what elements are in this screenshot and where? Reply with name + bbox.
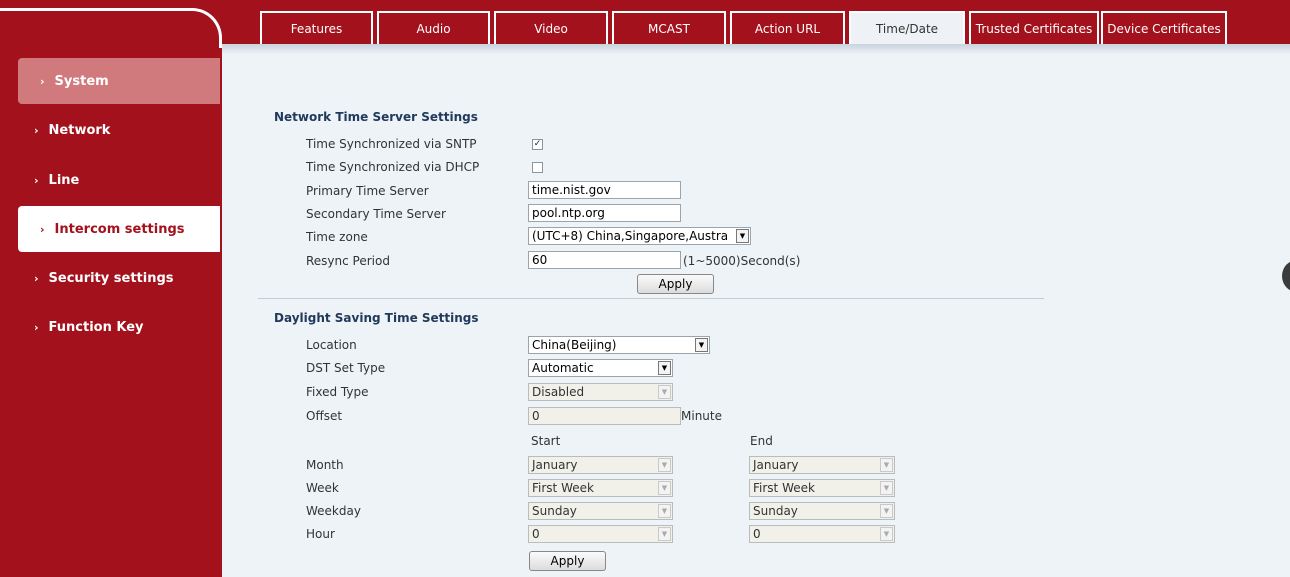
tab-device-certificates[interactable]: Device Certificates bbox=[1101, 11, 1227, 44]
month-label: Month bbox=[306, 458, 344, 472]
dropdown-arrow-icon: ▼ bbox=[695, 338, 708, 352]
timezone-select[interactable]: (UTC+8) China,Singapore,Austra ▼ bbox=[528, 227, 751, 245]
sidebar-item-intercom-settings[interactable]: › Intercom settings bbox=[18, 206, 220, 252]
end-weekday-select[interactable]: Sunday ▼ bbox=[749, 502, 895, 520]
start-header: Start bbox=[531, 434, 561, 448]
end-hour-select[interactable]: 0 ▼ bbox=[749, 525, 895, 543]
dst-type-value: Automatic bbox=[532, 361, 594, 375]
offset-label: Offset bbox=[306, 409, 343, 423]
sidebar-item-security-settings[interactable]: › Security settings bbox=[0, 255, 222, 301]
start-week-select[interactable]: First Week ▼ bbox=[528, 479, 673, 497]
secondary-server-input[interactable]: pool.ntp.org bbox=[528, 204, 681, 222]
ntp-apply-button[interactable]: Apply bbox=[637, 274, 714, 294]
location-select[interactable]: China(Beijing) ▼ bbox=[528, 336, 710, 354]
end-week-select[interactable]: First Week ▼ bbox=[749, 479, 895, 497]
chevron-right-icon: › bbox=[40, 222, 45, 236]
chevron-right-icon: › bbox=[40, 74, 45, 88]
end-month-select[interactable]: January ▼ bbox=[749, 456, 895, 474]
sntp-label: Time Synchronized via SNTP bbox=[306, 137, 477, 151]
start-month-select[interactable]: January ▼ bbox=[528, 456, 673, 474]
timezone-value: (UTC+8) China,Singapore,Austra bbox=[532, 229, 729, 243]
fixed-type-value: Disabled bbox=[532, 385, 585, 399]
start-month-value: January bbox=[532, 458, 578, 472]
dst-type-select[interactable]: Automatic ▼ bbox=[528, 359, 673, 377]
sidebar-header-curve bbox=[0, 8, 222, 48]
start-weekday-select[interactable]: Sunday ▼ bbox=[528, 502, 673, 520]
end-weekday-value: Sunday bbox=[753, 504, 798, 518]
sidebar-item-system[interactable]: › System bbox=[18, 58, 220, 104]
week-label: Week bbox=[306, 481, 339, 495]
chevron-right-icon: › bbox=[34, 123, 39, 137]
fixed-type-select[interactable]: Disabled ▼ bbox=[528, 383, 673, 401]
dropdown-arrow-icon: ▼ bbox=[658, 481, 671, 495]
start-hour-value: 0 bbox=[532, 527, 540, 541]
sidebar-item-label: Intercom settings bbox=[54, 221, 185, 237]
secondary-server-label: Secondary Time Server bbox=[306, 207, 446, 221]
sntp-checkbox[interactable]: ✓ bbox=[532, 139, 543, 150]
dst-apply-button[interactable]: Apply bbox=[529, 551, 606, 571]
primary-server-input[interactable]: time.nist.gov bbox=[528, 181, 681, 199]
resync-label: Resync Period bbox=[306, 254, 390, 268]
chevron-right-icon: › bbox=[34, 173, 39, 187]
fixed-type-label: Fixed Type bbox=[306, 385, 369, 399]
dropdown-arrow-icon: ▼ bbox=[658, 385, 671, 399]
dropdown-arrow-icon: ▼ bbox=[658, 361, 671, 375]
tab-strip-shadow bbox=[222, 44, 1290, 54]
dropdown-arrow-icon: ▼ bbox=[880, 527, 893, 541]
sidebar-item-label: Security settings bbox=[48, 270, 174, 286]
dst-section-title: Daylight Saving Time Settings bbox=[274, 311, 479, 325]
end-header: End bbox=[750, 434, 773, 448]
location-label: Location bbox=[306, 338, 357, 352]
chevron-right-icon: › bbox=[34, 271, 39, 285]
tab-time-date[interactable]: Time/Date bbox=[849, 11, 965, 44]
dropdown-arrow-icon: ▼ bbox=[880, 504, 893, 518]
tab-trusted-certificates[interactable]: Trusted Certificates bbox=[969, 11, 1099, 44]
offset-unit: Minute bbox=[681, 409, 722, 423]
hour-label: Hour bbox=[306, 527, 335, 541]
section-divider bbox=[258, 298, 1044, 299]
dropdown-arrow-icon: ▼ bbox=[658, 458, 671, 472]
location-value: China(Beijing) bbox=[532, 338, 617, 352]
start-hour-select[interactable]: 0 ▼ bbox=[528, 525, 673, 543]
dhcp-label: Time Synchronized via DHCP bbox=[306, 160, 480, 174]
sidebar-item-label: Function Key bbox=[48, 319, 144, 335]
dhcp-checkbox[interactable] bbox=[532, 162, 543, 173]
offset-input[interactable]: 0 bbox=[528, 407, 681, 425]
sidebar-item-label: System bbox=[54, 73, 109, 89]
checkmark-icon: ✓ bbox=[533, 139, 542, 149]
sidebar-item-label: Network bbox=[48, 122, 111, 138]
tab-features[interactable]: Features bbox=[260, 11, 373, 44]
dropdown-arrow-icon: ▼ bbox=[658, 504, 671, 518]
resync-input[interactable]: 60 bbox=[528, 251, 681, 269]
resync-hint: (1~5000)Second(s) bbox=[683, 254, 801, 268]
start-weekday-value: Sunday bbox=[532, 504, 577, 518]
sidebar-item-label: Line bbox=[48, 172, 80, 188]
dst-type-label: DST Set Type bbox=[306, 361, 386, 375]
sidebar-item-line[interactable]: › Line bbox=[0, 157, 222, 203]
sidebar-item-function-key[interactable]: › Function Key bbox=[0, 304, 222, 350]
dropdown-arrow-icon: ▼ bbox=[736, 229, 749, 243]
timezone-label: Time zone bbox=[306, 230, 368, 244]
start-week-value: First Week bbox=[532, 481, 594, 495]
tab-action-url[interactable]: Action URL bbox=[730, 11, 845, 44]
primary-server-label: Primary Time Server bbox=[306, 184, 429, 198]
tab-video[interactable]: Video bbox=[494, 11, 608, 44]
dropdown-arrow-icon: ▼ bbox=[880, 481, 893, 495]
ntp-section-title: Network Time Server Settings bbox=[274, 110, 478, 124]
end-hour-value: 0 bbox=[753, 527, 761, 541]
dropdown-arrow-icon: ▼ bbox=[880, 458, 893, 472]
sidebar-item-network[interactable]: › Network bbox=[0, 107, 222, 153]
end-week-value: First Week bbox=[753, 481, 815, 495]
chevron-right-icon: › bbox=[34, 320, 39, 334]
dropdown-arrow-icon: ▼ bbox=[658, 527, 671, 541]
weekday-label: Weekday bbox=[306, 504, 361, 518]
tab-mcast[interactable]: MCAST bbox=[612, 11, 726, 44]
tab-audio[interactable]: Audio bbox=[377, 11, 490, 44]
end-month-value: January bbox=[753, 458, 799, 472]
